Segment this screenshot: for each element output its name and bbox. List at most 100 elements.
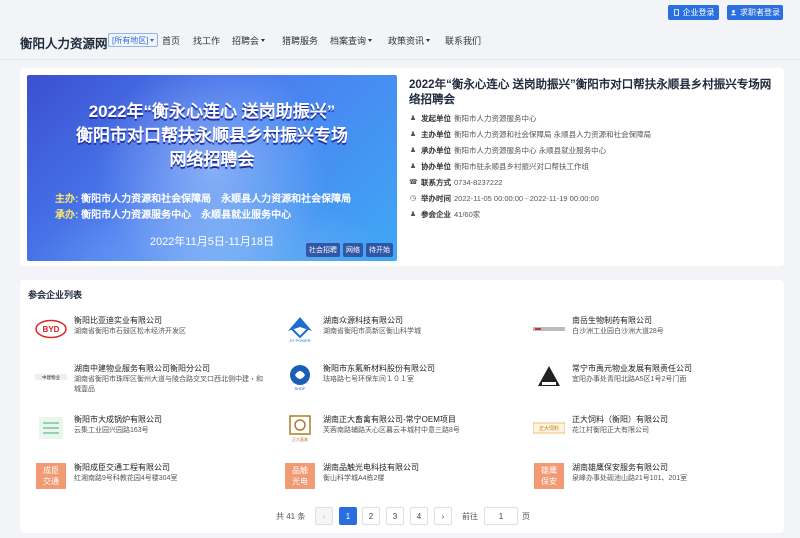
text-logo: 成臣交通: [43, 466, 59, 486]
company-address: 湖南省衡阳市石鼓区松木经济开发区: [74, 328, 186, 335]
info-row-time: ◷ 举办时间 2022-11-05 00:00:00 - 2022-11-19 …: [409, 193, 599, 204]
banner-org-label: 承办:: [55, 210, 79, 221]
banner-organizer: 承办: 衡阳市人力资源服务中心 永顺县就业服务中心: [55, 206, 291, 221]
nanyue-logo: [532, 316, 566, 342]
page-button-4[interactable]: 4: [410, 507, 428, 525]
nav-item-contact[interactable]: 联系我们: [445, 34, 481, 47]
users-icon: ♟: [409, 210, 417, 218]
pagination: 共 41 条 ‹ 1 2 3 4 › 前往 页: [0, 507, 800, 525]
company-name: 衡阳成臣交通工程有限公司: [74, 463, 170, 472]
company-address: 宜阳办事处青阳北路A5区1号2号门面: [572, 376, 687, 383]
pagination-total: 共 41 条: [276, 512, 306, 521]
company-login-button[interactable]: 企业登录: [668, 5, 719, 20]
next-page-button[interactable]: ›: [434, 507, 452, 525]
company-name: 衡阳市东氟新材料股份有限公司: [323, 364, 435, 373]
nav-item-headhunting[interactable]: 猎聘服务: [282, 34, 318, 47]
info-row-host: ♟ 主办单位 衡阳市人力资源和社会保障局 永顺县人力资源和社会保障局: [409, 129, 651, 140]
info-value: 0734-8237222: [454, 178, 503, 187]
user-icon: ♟: [409, 146, 417, 154]
zy-power-logo: ZY POWER: [283, 316, 317, 343]
zhengda-feed-logo: 正大饲料: [532, 415, 566, 441]
info-row-coorganizer: ♟ 协办单位 衡阳市驻永顺县乡村振兴对口帮扶工作组: [409, 161, 589, 172]
tag-status: 待开始: [366, 243, 393, 257]
zj-logo-text: 中建物业: [42, 374, 60, 381]
site-name[interactable]: 衡阳人力资源网: [20, 33, 108, 52]
company-item[interactable]: 衡阳市大成锅炉有限公司 云集工业园兴园路163号: [20, 411, 260, 455]
banner-tags: 社会招聘 网络 待开始: [306, 243, 393, 257]
page-button-2[interactable]: 2: [362, 507, 380, 525]
nav-item-archive[interactable]: 档案查询: [330, 34, 373, 47]
company-item[interactable]: 正大饲料 正大饲料（衡阳）有限公司 花江村衡阳正大有限公司: [518, 411, 758, 455]
area-select-label: [所有地区]: [112, 35, 149, 45]
banner-host: 主办: 衡阳市人力资源和社会保障局 永顺县人力资源和社会保障局: [55, 190, 351, 205]
dacheng-logo: [34, 415, 68, 441]
company-name: 衡阳比亚迪实业有限公司: [74, 316, 162, 325]
nav-item-home[interactable]: 首页: [162, 34, 180, 47]
info-label: 承办单位: [421, 146, 451, 155]
company-address: 湖南省衡阳市高新区衡山科学城: [323, 328, 421, 335]
info-value: 衡阳市人力资源服务中心 永顺县就业服务中心: [454, 146, 607, 155]
company-address: 湖南省衡阳市珠晖区衡州大道与陵合路交叉口西北侧中建・和城壹品: [74, 376, 263, 393]
seeker-login-button[interactable]: 求职者登录: [727, 5, 783, 20]
building-icon: [673, 9, 679, 16]
company-item[interactable]: 正大畜禽 湖南正大畜禽有限公司-常宁OEM项目 芙蓉南路辅路天心区暮云丰城村中意…: [269, 411, 509, 455]
user-icon: ♟: [409, 162, 417, 170]
company-item[interactable]: ZY POWER 湖南众源科技有限公司 湖南省衡阳市高新区衡山科学城: [269, 312, 509, 356]
banner-host-value: 衡阳市人力资源和社会保障局 永顺县人力资源和社会保障局: [81, 194, 352, 205]
event-banner[interactable]: 2022年“衡永心连心 送岗助振兴” 衡阳市对口帮扶永顺县乡村振兴专场 网络招聘…: [27, 75, 397, 261]
yuyuan-logo: [532, 364, 566, 390]
goto-page-input[interactable]: [484, 507, 518, 525]
company-name: 湖南中建物业服务有限公司衡阳分公司: [74, 364, 210, 373]
company-address: 衡山科学城A4栋2楼: [323, 475, 385, 482]
prev-page-button[interactable]: ‹: [315, 507, 333, 525]
page-button-3[interactable]: 3: [386, 507, 404, 525]
company-name: 湖南品触光电科技有限公司: [323, 463, 419, 472]
banner-headline-1: 2022年“衡永心连心 送岗助振兴”: [88, 102, 336, 121]
df-logo-text: SHDF: [295, 386, 306, 391]
banner-headline-2: 衡阳市对口帮扶永顺县乡村振兴专场: [76, 126, 348, 145]
company-item[interactable]: 中建物业 湖南中建物业服务有限公司衡阳分公司 湖南省衡阳市珠晖区衡州大道与陵合路…: [20, 360, 263, 404]
chevron-down-icon: [426, 39, 431, 42]
company-address: 云集工业园兴园路163号: [74, 427, 149, 434]
info-value: 衡阳市人力资源和社会保障局 永顺县人力资源和社会保障局: [454, 130, 652, 139]
companies-card: 参会企业列表 BYD 衡阳比亚迪实业有限公司 湖南省衡阳市石鼓区松木经济开发区 …: [20, 280, 784, 533]
banner-headline-3: 网络招聘会: [169, 150, 255, 169]
nav-item-job-fair[interactable]: 招聘会: [232, 34, 266, 47]
event-card: 2022年“衡永心连心 送岗助振兴” 衡阳市对口帮扶永顺县乡村振兴专场 网络招聘…: [20, 68, 784, 266]
banner-org-value: 衡阳市人力资源服务中心 永顺县就业服务中心: [81, 210, 292, 221]
zd-logo-text: 正大畜禽: [292, 436, 308, 442]
company-item[interactable]: 品触光电 湖南品触光电科技有限公司 衡山科学城A4栋2楼: [269, 459, 509, 503]
chevron-down-icon: [368, 39, 373, 42]
nav-item-label: 找工作: [193, 36, 221, 46]
main-nav: 衡阳人力资源网 [所有地区] 首页 找工作 招聘会 猎聘服务 档案查询 政策资讯…: [0, 24, 800, 60]
company-item[interactable]: 常宁市禹元物业发展有限责任公司 宜阳办事处青阳北路A5区1号2号门面: [518, 360, 758, 404]
info-row-initiator: ♟ 发起单位 衡阳市人力资源服务中心: [409, 113, 537, 124]
nav-item-policy[interactable]: 政策资讯: [388, 34, 431, 47]
company-name: 衡阳市大成锅炉有限公司: [74, 415, 162, 424]
zhengda-poultry-logo: 正大畜禽: [283, 415, 317, 442]
info-label: 联系方式: [421, 178, 451, 187]
company-name: 湖南众源科技有限公司: [323, 316, 403, 325]
company-item[interactable]: 南岳生物制药有限公司 白沙洲工业园白沙洲大道28号: [518, 312, 758, 356]
company-item[interactable]: 成臣交通 衡阳成臣交通工程有限公司 红湘南路9号科教花园4号楼304室: [20, 459, 260, 503]
company-item[interactable]: BYD 衡阳比亚迪实业有限公司 湖南省衡阳市石鼓区松木经济开发区: [20, 312, 260, 356]
nav-item-label: 联系我们: [445, 36, 482, 46]
company-text-logo: 雄鹰保安: [532, 463, 566, 489]
event-title[interactable]: 2022年“衡永心连心 送岗助振兴”衡阳市对口帮扶永顺县乡村振兴专场网络招聘会: [409, 78, 779, 108]
page-button-1[interactable]: 1: [339, 507, 357, 525]
nav-item-jobs[interactable]: 找工作: [193, 34, 220, 47]
zhongjian-logo: 中建物业: [34, 364, 68, 390]
company-name: 正大饲料（衡阳）有限公司: [572, 415, 668, 424]
company-item[interactable]: 雄鹰保安 湖南雄鹰保安服务有限公司 泉峰办事处砚池山路21号101、201室: [518, 459, 758, 503]
area-select[interactable]: [所有地区]: [108, 33, 159, 47]
zy-logo-text: ZY POWER: [289, 338, 310, 343]
info-label: 参会企业: [421, 210, 451, 219]
company-name: 湖南雄鹰保安服务有限公司: [572, 463, 668, 472]
info-value: 衡阳市人力资源服务中心: [454, 114, 537, 123]
companies-title: 参会企业列表: [28, 290, 83, 300]
info-value: 衡阳市驻永顺县乡村振兴对口帮扶工作组: [454, 162, 589, 171]
nav-item-label: 首页: [162, 36, 181, 46]
tag-social: 社会招聘: [306, 243, 340, 257]
info-label: 主办单位: [421, 130, 451, 139]
company-item[interactable]: SHDF 衡阳市东氟新材料股份有限公司 珐珞路七号环保车间１０１室: [269, 360, 509, 404]
